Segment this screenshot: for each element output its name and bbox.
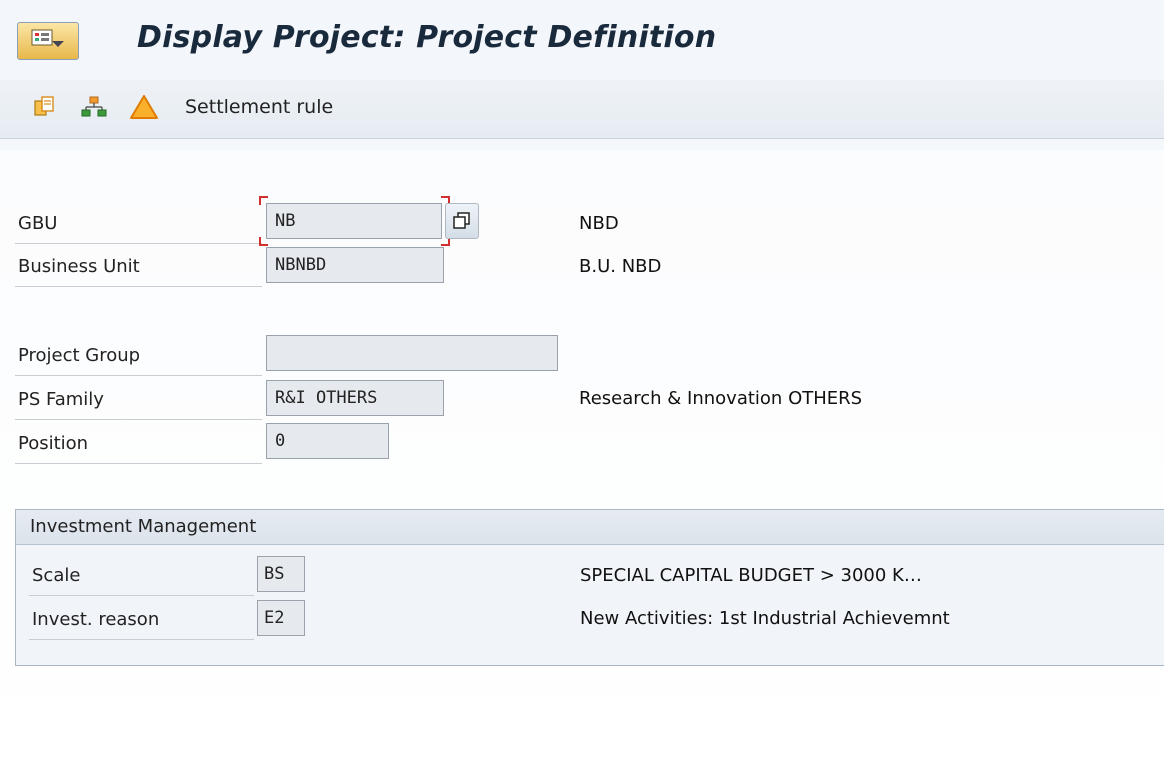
invest-reason-description: New Activities: 1st Industrial Achievemn…: [580, 608, 950, 629]
ps-family-label: PS Family: [15, 380, 262, 420]
copy-icon: [453, 212, 470, 229]
gbu-label: GBU: [15, 204, 262, 244]
business-unit-field[interactable]: NBNBD: [266, 247, 444, 283]
project-group-field[interactable]: [266, 335, 558, 371]
warning-icon[interactable]: [128, 90, 160, 124]
business-unit-label: Business Unit: [15, 247, 262, 287]
ps-family-description: Research & Innovation OTHERS: [579, 388, 863, 409]
invest-reason-label: Invest. reason: [29, 600, 254, 640]
invest-reason-field[interactable]: E2: [257, 600, 305, 636]
position-field[interactable]: 0: [266, 423, 389, 459]
value-help-button[interactable]: [445, 203, 479, 239]
hierarchy-icon[interactable]: [80, 90, 108, 124]
gbu-field[interactable]: NB: [266, 203, 442, 239]
ps-family-field[interactable]: R&I OTHERS: [266, 380, 444, 416]
title-bar: Display Project: Project Definition: [0, 0, 1164, 80]
copy-detail-icon[interactable]: [30, 90, 58, 124]
group-header: Investment Management: [16, 510, 1164, 545]
application-toolbar: Settlement rule: [0, 80, 1164, 139]
position-label: Position: [15, 424, 262, 464]
sap-window: Display Project: Project Definition Sett…: [0, 0, 1164, 769]
focus-bracket-top-left: [259, 196, 268, 205]
settlement-rule-label: Settlement rule: [185, 96, 334, 118]
project-group-label: Project Group: [15, 336, 262, 376]
investment-management-group: Investment Management Scale BS SPECIAL C…: [15, 509, 1164, 666]
app-menu-icon[interactable]: [17, 22, 79, 60]
scale-label: Scale: [29, 556, 254, 596]
gbu-description: NBD: [579, 213, 619, 234]
scale-field[interactable]: BS: [257, 556, 305, 592]
page-title: Display Project: Project Definition: [137, 20, 717, 55]
focus-bracket-bottom-left: [259, 237, 268, 246]
business-unit-description: B.U. NBD: [579, 256, 662, 277]
scale-description: SPECIAL CAPITAL BUDGET > 3000 K…: [580, 565, 922, 586]
settlement-rule-button[interactable]: Settlement rule: [185, 90, 333, 124]
